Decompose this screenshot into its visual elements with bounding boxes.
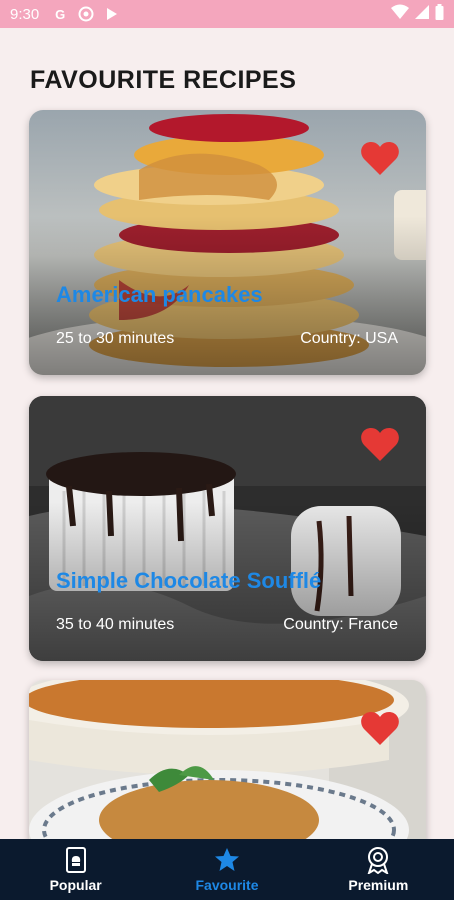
vpn-icon	[77, 5, 95, 23]
signal-icon	[415, 4, 429, 24]
recipe-time: 35 to 40 minutes	[56, 616, 175, 633]
google-icon: G	[55, 6, 66, 22]
battery-icon	[435, 4, 444, 24]
nav-label: Premium	[348, 877, 409, 893]
recipe-card[interactable]: Simple Chocolate Soufflé 35 to 40 minute…	[29, 396, 426, 661]
nav-label: Favourite	[195, 877, 259, 893]
recipe-country: Country: France	[283, 616, 398, 633]
nav-favourite[interactable]: Favourite	[151, 839, 302, 900]
recipe-country: Country: USA	[300, 330, 398, 347]
recipe-time: 25 to 30 minutes	[56, 330, 175, 347]
nav-popular[interactable]: Popular	[0, 839, 151, 900]
medal-icon	[367, 847, 389, 874]
wifi-icon	[391, 4, 409, 24]
star-icon	[214, 848, 239, 871]
status-time: 9:30	[10, 5, 40, 23]
recipe-name: Simple Chocolate Soufflé	[56, 568, 322, 593]
cookbook-icon	[65, 847, 86, 873]
recipe-card[interactable]: American pancakes 25 to 30 minutes Count…	[29, 110, 426, 375]
bottom-nav: Popular Favourite Premium	[0, 839, 454, 900]
play-store-icon	[103, 5, 121, 23]
nav-premium[interactable]: Premium	[303, 839, 454, 900]
status-bar: 9:30 G	[0, 0, 454, 28]
page-title: FAVOURITE RECIPES	[30, 66, 297, 94]
heart-icon[interactable]	[360, 710, 400, 746]
heart-icon[interactable]	[360, 140, 400, 176]
recipe-name: American pancakes	[56, 282, 263, 307]
nav-label: Popular	[49, 877, 102, 893]
heart-icon[interactable]	[360, 426, 400, 462]
